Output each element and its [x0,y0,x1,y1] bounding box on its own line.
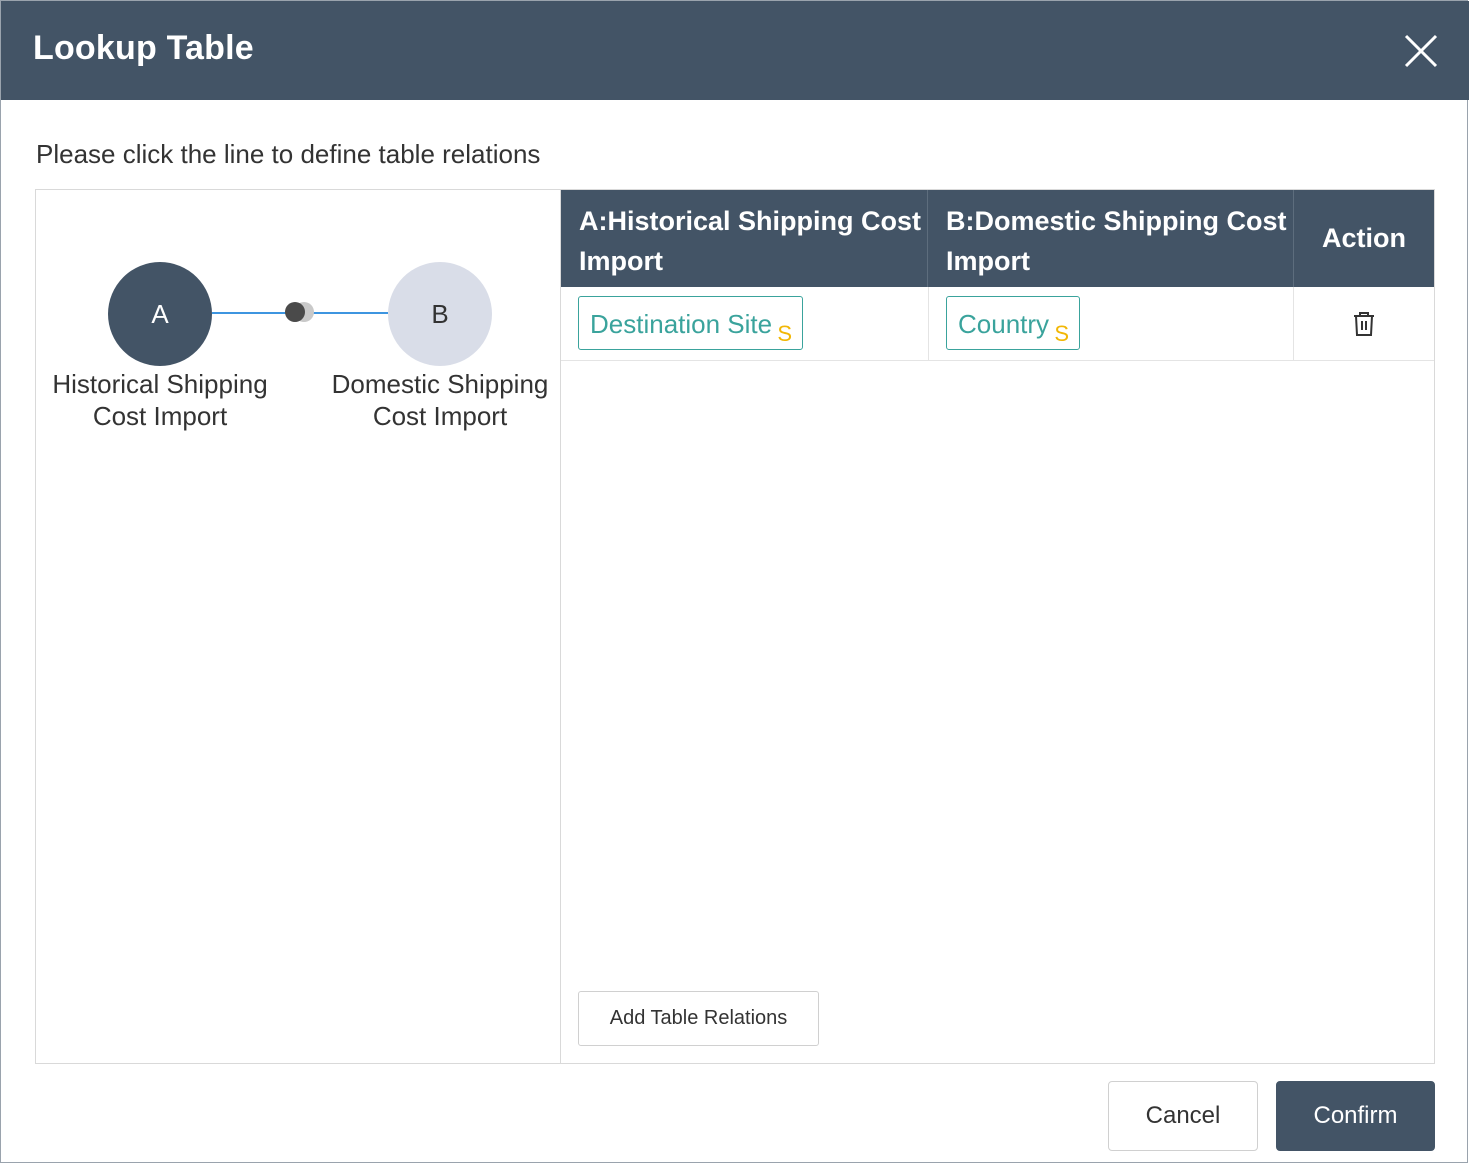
table-header: A:Historical Shipping Cost Import B:Dome… [561,190,1434,287]
column-header-b: B:Domestic Shipping Cost Import [928,190,1294,287]
dialog-header: Lookup Table [1,1,1469,100]
cell-action [1294,287,1434,360]
field-type-badge: S [1054,321,1070,346]
cancel-button[interactable]: Cancel [1108,1081,1258,1151]
field-name: Destination Site [590,309,773,339]
lookup-table-dialog: Lookup Table Please click the line to de… [0,0,1469,1163]
node-a-letter: A [151,299,169,329]
field-tag-b[interactable]: Country S [946,296,1081,350]
field-type-badge: S [777,321,793,346]
field-tag-a[interactable]: Destination Site S [578,296,804,350]
dialog-title: Lookup Table [33,29,254,67]
cell-field-b: Country S [929,287,1294,360]
instruction-text: Please click the line to define table re… [36,139,541,169]
close-icon[interactable] [1399,29,1443,73]
relations-table: A:Historical Shipping Cost Import B:Dome… [561,189,1435,1064]
relation-graph-panel: A B Historical Shipping Cost Import Dome… [35,189,561,1064]
add-table-relations-button[interactable]: Add Table Relations [578,991,819,1046]
node-a-label: Historical Shipping Cost Import [52,369,268,431]
link-handle-left[interactable] [285,302,305,322]
trash-icon[interactable] [1352,311,1376,337]
confirm-button[interactable]: Confirm [1276,1081,1435,1151]
column-header-a: A:Historical Shipping Cost Import [561,190,928,287]
field-name: Country [958,309,1050,339]
relation-graph: A B [108,262,492,366]
cell-field-a: Destination Site S [561,287,929,360]
node-b-letter: B [431,299,448,329]
table-row: Destination Site S Country S [561,287,1434,361]
node-b-label: Domestic Shipping Cost Import [331,369,549,431]
column-header-action: Action [1322,223,1406,253]
